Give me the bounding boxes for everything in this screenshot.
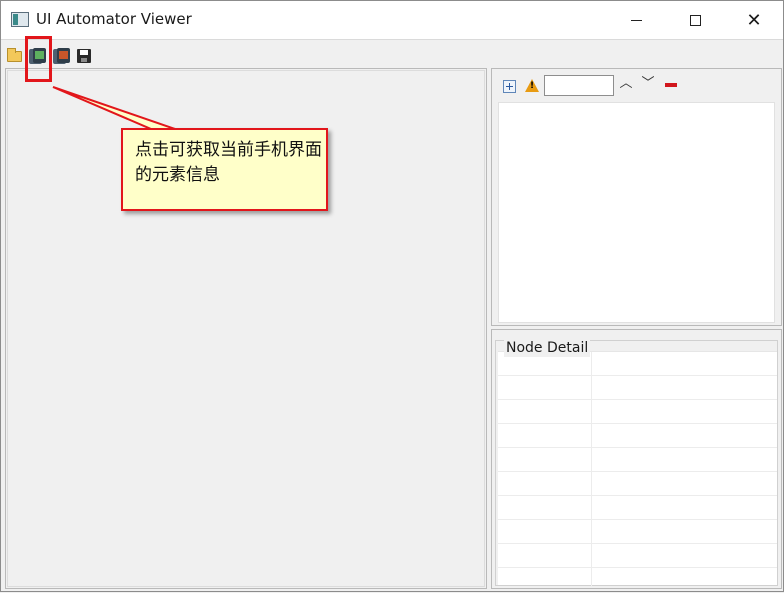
detail-value [592, 376, 777, 400]
next-result-icon[interactable]: ﹀ [641, 77, 655, 91]
highlight-box [25, 36, 52, 82]
minimize-icon [630, 19, 642, 21]
table-row[interactable] [498, 544, 777, 568]
detail-value [592, 400, 777, 424]
detail-key [498, 448, 592, 472]
hierarchy-pane: ︿ ﹀ [491, 68, 782, 326]
hierarchy-tree[interactable] [498, 102, 775, 323]
hierarchy-toolbar: ︿ ﹀ [492, 69, 781, 103]
detail-key [498, 496, 592, 520]
annotation-callout: 点击可获取当前手机界面的元素信息 [121, 128, 328, 211]
node-detail-group: Node Detail [495, 339, 778, 586]
table-row[interactable] [498, 400, 777, 424]
detail-key [498, 544, 592, 568]
detail-key [498, 472, 592, 496]
save-icon [77, 49, 91, 63]
detail-value [592, 448, 777, 472]
search-input[interactable] [544, 75, 614, 96]
device-screenshot-compressed-button[interactable] [53, 48, 70, 64]
table-row[interactable] [498, 448, 777, 472]
app-window: UI Automator Viewer ✕ ︿ ﹀ [0, 0, 784, 592]
detail-value [592, 544, 777, 568]
expand-all-icon[interactable] [503, 80, 516, 93]
close-button[interactable]: ✕ [731, 1, 777, 39]
device-screenshot-compressed-icon-front [57, 48, 70, 63]
detail-key [498, 568, 592, 586]
prev-result-icon[interactable]: ︿ [619, 77, 633, 91]
window-title: UI Automator Viewer [36, 10, 192, 28]
minimize-button[interactable] [613, 1, 659, 39]
detail-key [498, 400, 592, 424]
close-icon: ✕ [746, 9, 762, 31]
clear-search-icon[interactable] [665, 83, 677, 87]
warning-icon[interactable] [525, 79, 539, 92]
open-folder-icon [7, 48, 22, 62]
table-row[interactable] [498, 472, 777, 496]
detail-key [498, 376, 592, 400]
table-row[interactable] [498, 376, 777, 400]
annotation-text: 点击可获取当前手机界面的元素信息 [135, 140, 322, 185]
app-icon [11, 12, 29, 27]
node-detail-title: Node Detail [504, 339, 591, 357]
open-button[interactable] [7, 48, 23, 64]
table-row[interactable] [498, 424, 777, 448]
detail-value [592, 352, 777, 376]
table-row[interactable] [498, 568, 777, 586]
main-toolbar [1, 39, 783, 67]
table-row[interactable] [498, 496, 777, 520]
maximize-button[interactable] [672, 1, 718, 39]
maximize-icon [689, 14, 701, 26]
table-row[interactable] [498, 520, 777, 544]
detail-value [592, 568, 777, 586]
node-detail-table[interactable] [498, 351, 777, 586]
node-detail-pane: Node Detail [491, 329, 782, 589]
save-button[interactable] [76, 48, 92, 64]
detail-value [592, 472, 777, 496]
detail-value [592, 520, 777, 544]
detail-key [498, 520, 592, 544]
detail-value [592, 496, 777, 520]
detail-value [592, 424, 777, 448]
title-bar: UI Automator Viewer ✕ [1, 1, 783, 39]
detail-key [498, 424, 592, 448]
